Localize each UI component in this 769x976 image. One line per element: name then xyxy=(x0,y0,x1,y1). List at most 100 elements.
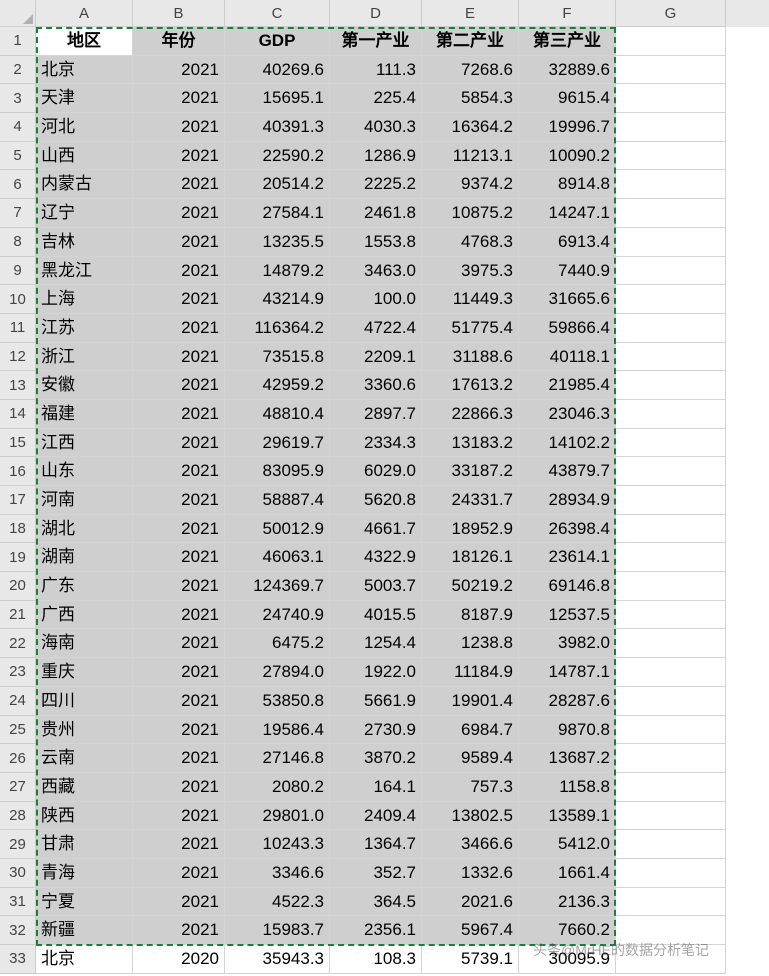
cell[interactable]: 2897.7 xyxy=(330,400,422,429)
cell[interactable]: 3975.3 xyxy=(422,257,519,286)
cell[interactable]: 43214.9 xyxy=(225,285,330,314)
cell[interactable] xyxy=(616,658,726,687)
cell[interactable]: 51775.4 xyxy=(422,314,519,343)
row-header[interactable]: 15 xyxy=(0,429,36,458)
cell[interactable]: 29801.0 xyxy=(225,802,330,831)
row-header[interactable]: 7 xyxy=(0,199,36,228)
cell[interactable] xyxy=(616,830,726,859)
cell[interactable]: 14102.2 xyxy=(519,429,616,458)
cell[interactable]: 1661.4 xyxy=(519,859,616,888)
cell[interactable]: 4768.3 xyxy=(422,228,519,257)
cell[interactable]: 1158.8 xyxy=(519,773,616,802)
cell[interactable]: 29619.7 xyxy=(225,429,330,458)
cell[interactable]: 13687.2 xyxy=(519,744,616,773)
cell[interactable]: 2409.4 xyxy=(330,802,422,831)
cell[interactable]: 上海 xyxy=(36,285,133,314)
cell[interactable]: 11213.1 xyxy=(422,142,519,171)
cell[interactable]: 17613.2 xyxy=(422,371,519,400)
cell[interactable]: 3466.6 xyxy=(422,830,519,859)
cell[interactable]: 河北 xyxy=(36,113,133,142)
cell[interactable]: 安徽 xyxy=(36,371,133,400)
row-header[interactable]: 29 xyxy=(0,830,36,859)
row-header[interactable]: 21 xyxy=(0,601,36,630)
cell[interactable]: 西藏 xyxy=(36,773,133,802)
cell[interactable]: 6984.7 xyxy=(422,716,519,745)
cell[interactable]: 天津 xyxy=(36,84,133,113)
cell[interactable]: 19996.7 xyxy=(519,113,616,142)
cell[interactable] xyxy=(616,56,726,85)
cell[interactable]: 4015.5 xyxy=(330,601,422,630)
cell[interactable]: 河南 xyxy=(36,486,133,515)
cell[interactable]: 757.3 xyxy=(422,773,519,802)
row-header[interactable]: 33 xyxy=(0,945,36,974)
cell[interactable]: 1332.6 xyxy=(422,859,519,888)
cell[interactable]: 23046.3 xyxy=(519,400,616,429)
cell[interactable]: 2020 xyxy=(133,945,225,974)
cell[interactable]: 四川 xyxy=(36,687,133,716)
cell[interactable]: 5739.1 xyxy=(422,945,519,974)
cell[interactable]: 2021 xyxy=(133,744,225,773)
cell[interactable]: 2136.3 xyxy=(519,888,616,917)
cell[interactable]: 海南 xyxy=(36,629,133,658)
row-header[interactable]: 6 xyxy=(0,170,36,199)
cell[interactable]: 58887.4 xyxy=(225,486,330,515)
cell[interactable]: 7660.2 xyxy=(519,916,616,945)
cell[interactable]: 2021 xyxy=(133,802,225,831)
cell[interactable]: 31188.6 xyxy=(422,343,519,372)
cell[interactable] xyxy=(616,687,726,716)
cell[interactable]: 山东 xyxy=(36,457,133,486)
cell[interactable]: 2021 xyxy=(133,400,225,429)
cell[interactable]: 5620.8 xyxy=(330,486,422,515)
cell[interactable]: 第二产业 xyxy=(422,27,519,56)
cell[interactable]: 28287.6 xyxy=(519,687,616,716)
cell[interactable]: 9615.4 xyxy=(519,84,616,113)
cell[interactable]: 2021 xyxy=(133,687,225,716)
cell[interactable]: 7440.9 xyxy=(519,257,616,286)
cell[interactable]: 内蒙古 xyxy=(36,170,133,199)
cell[interactable]: 108.3 xyxy=(330,945,422,974)
col-header-C[interactable]: C xyxy=(225,0,330,27)
cell[interactable]: 年份 xyxy=(133,27,225,56)
cell[interactable]: 2021 xyxy=(133,572,225,601)
cell[interactable] xyxy=(616,859,726,888)
cell[interactable] xyxy=(616,400,726,429)
cell[interactable]: 2334.3 xyxy=(330,429,422,458)
cell[interactable]: 2021 xyxy=(133,888,225,917)
cell[interactable]: 31665.6 xyxy=(519,285,616,314)
cell[interactable]: 12537.5 xyxy=(519,601,616,630)
row-header[interactable]: 23 xyxy=(0,658,36,687)
cell[interactable] xyxy=(616,228,726,257)
cell[interactable]: 云南 xyxy=(36,744,133,773)
cell[interactable]: 13589.1 xyxy=(519,802,616,831)
cell[interactable]: 2021 xyxy=(133,371,225,400)
cell[interactable] xyxy=(616,601,726,630)
cell[interactable]: 2209.1 xyxy=(330,343,422,372)
cell[interactable] xyxy=(616,257,726,286)
cell[interactable]: 33187.2 xyxy=(422,457,519,486)
cell[interactable]: 48810.4 xyxy=(225,400,330,429)
cell[interactable]: 11184.9 xyxy=(422,658,519,687)
cell[interactable]: 2021 xyxy=(133,716,225,745)
cell[interactable]: 14879.2 xyxy=(225,257,330,286)
cell[interactable]: 53850.8 xyxy=(225,687,330,716)
cell[interactable]: 2730.9 xyxy=(330,716,422,745)
cell[interactable]: 20514.2 xyxy=(225,170,330,199)
cell[interactable]: 6913.4 xyxy=(519,228,616,257)
cell[interactable]: 11449.3 xyxy=(422,285,519,314)
cell[interactable]: 13235.5 xyxy=(225,228,330,257)
row-header[interactable]: 5 xyxy=(0,142,36,171)
cell[interactable]: 2021 xyxy=(133,543,225,572)
cell[interactable]: 1364.7 xyxy=(330,830,422,859)
cell[interactable]: 2021 xyxy=(133,343,225,372)
spreadsheet-grid[interactable]: A B C D E F G 1地区年份GDP第一产业第二产业第三产业2北京202… xyxy=(0,0,769,974)
cell[interactable]: 2021 xyxy=(133,84,225,113)
cell[interactable]: 福建 xyxy=(36,400,133,429)
cell[interactable]: 9374.2 xyxy=(422,170,519,199)
col-header-G[interactable]: G xyxy=(616,0,726,27)
cell[interactable]: 5854.3 xyxy=(422,84,519,113)
cell[interactable] xyxy=(616,199,726,228)
cell[interactable]: 24331.7 xyxy=(422,486,519,515)
cell[interactable]: 124369.7 xyxy=(225,572,330,601)
cell[interactable]: 69146.8 xyxy=(519,572,616,601)
row-header[interactable]: 11 xyxy=(0,314,36,343)
